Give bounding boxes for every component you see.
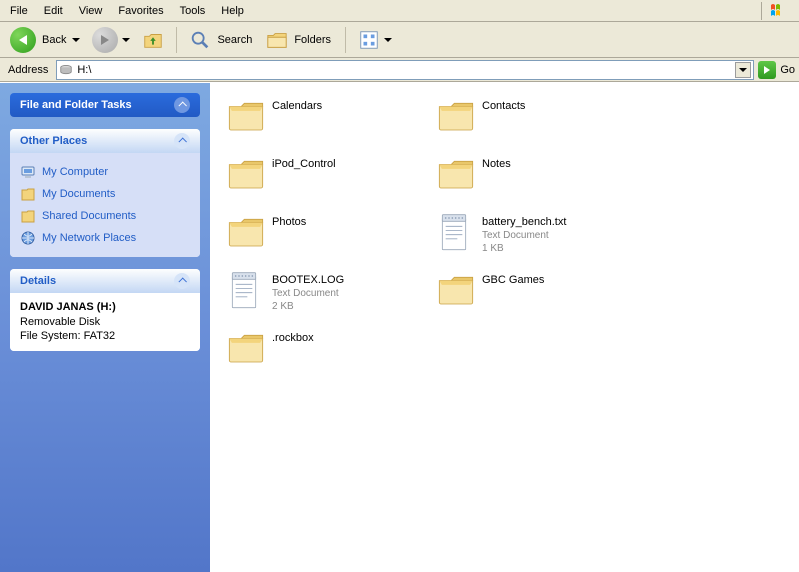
up-button[interactable] xyxy=(138,26,168,54)
back-button[interactable]: Back xyxy=(6,24,84,56)
views-dropdown-icon[interactable] xyxy=(384,36,392,44)
forward-button[interactable] xyxy=(88,24,134,56)
menu-file[interactable]: File xyxy=(2,2,36,20)
folder-item[interactable]: GBC Games xyxy=(432,267,642,325)
windows-logo-icon xyxy=(761,2,797,20)
details-file-system: File System: FAT32 xyxy=(20,329,190,343)
menu-edit[interactable]: Edit xyxy=(36,2,71,20)
item-type: Text Document xyxy=(482,229,566,242)
text-file-icon xyxy=(226,271,266,311)
address-bar: Address Go xyxy=(0,58,799,82)
file-list-view[interactable]: Calendars Contacts iPod_Control Notes Photos… xyxy=(210,83,799,572)
file-item[interactable]: battery_bench.txtText Document1 KB xyxy=(432,209,642,267)
folder-icon xyxy=(226,213,266,253)
item-name: Notes xyxy=(482,157,511,171)
text-file-icon xyxy=(436,213,476,253)
menu-tools[interactable]: Tools xyxy=(172,2,214,20)
folder-item[interactable]: Photos xyxy=(222,209,432,267)
folder-item[interactable]: .rockbox xyxy=(222,325,432,383)
details-drive-type: Removable Disk xyxy=(20,315,190,329)
back-dropdown-icon[interactable] xyxy=(72,36,80,44)
item-name: Contacts xyxy=(482,99,525,113)
folder-icon xyxy=(436,97,476,137)
link-my-documents[interactable]: My Documents xyxy=(20,183,190,205)
forward-dropdown-icon[interactable] xyxy=(122,36,130,44)
link-shared-documents[interactable]: Shared Documents xyxy=(20,205,190,227)
file-folder-tasks-header[interactable]: File and Folder Tasks xyxy=(10,93,200,117)
menu-favorites[interactable]: Favorites xyxy=(110,2,171,20)
item-size: 1 KB xyxy=(482,242,566,255)
drive-icon xyxy=(59,63,73,77)
folder-icon xyxy=(226,97,266,137)
menu-help[interactable]: Help xyxy=(213,2,252,20)
menu-view[interactable]: View xyxy=(71,2,111,20)
forward-icon xyxy=(92,27,118,53)
go-icon xyxy=(758,61,776,79)
item-name: Photos xyxy=(272,215,306,229)
collapse-icon xyxy=(174,97,190,113)
item-size: 2 KB xyxy=(272,300,344,313)
item-name: GBC Games xyxy=(482,273,544,287)
item-name: .rockbox xyxy=(272,331,314,345)
details-body: DAVID JANAS (H:) Removable Disk File Sys… xyxy=(10,293,200,351)
folder-item[interactable]: Notes xyxy=(432,151,642,209)
details-drive-name: DAVID JANAS (H:) xyxy=(20,301,190,315)
other-places-body: My Computer My Documents Shared Document… xyxy=(10,153,200,257)
other-places-header[interactable]: Other Places xyxy=(10,129,200,153)
item-name: battery_bench.txt xyxy=(482,215,566,229)
details-header[interactable]: Details xyxy=(10,269,200,293)
collapse-icon xyxy=(174,133,190,149)
address-input[interactable] xyxy=(77,64,735,76)
folder-icon xyxy=(436,271,476,311)
go-button[interactable]: Go xyxy=(758,61,795,79)
menu-bar: File Edit View Favorites Tools Help xyxy=(0,0,799,22)
folder-item[interactable]: iPod_Control xyxy=(222,151,432,209)
file-item[interactable]: BOOTEX.LOGText Document2 KB xyxy=(222,267,432,325)
item-type: Text Document xyxy=(272,287,344,300)
file-folder-tasks-panel: File and Folder Tasks xyxy=(10,93,200,117)
address-box[interactable] xyxy=(56,60,754,80)
folder-item[interactable]: Contacts xyxy=(432,93,642,151)
item-name: iPod_Control xyxy=(272,157,336,171)
link-my-network-places[interactable]: My Network Places xyxy=(20,227,190,249)
views-button[interactable] xyxy=(354,26,396,54)
item-name: Calendars xyxy=(272,99,322,113)
search-button[interactable]: Search xyxy=(185,26,258,54)
toolbar: Back Search Folders xyxy=(0,22,799,58)
folder-icon xyxy=(226,329,266,369)
collapse-icon xyxy=(174,273,190,289)
folder-item[interactable]: Calendars xyxy=(222,93,432,151)
folders-button[interactable]: Folders xyxy=(262,26,337,54)
folder-icon xyxy=(226,155,266,195)
address-label: Address xyxy=(4,64,52,76)
content-area: File and Folder Tasks Other Places My Co… xyxy=(0,82,799,572)
other-places-panel: Other Places My Computer My Documents Sh… xyxy=(10,129,200,257)
back-icon xyxy=(10,27,36,53)
folder-icon xyxy=(436,155,476,195)
link-my-computer[interactable]: My Computer xyxy=(20,161,190,183)
item-name: BOOTEX.LOG xyxy=(272,273,344,287)
address-dropdown-button[interactable] xyxy=(735,62,751,78)
tasks-sidebar: File and Folder Tasks Other Places My Co… xyxy=(0,83,210,572)
details-panel: Details DAVID JANAS (H:) Removable Disk … xyxy=(10,269,200,351)
